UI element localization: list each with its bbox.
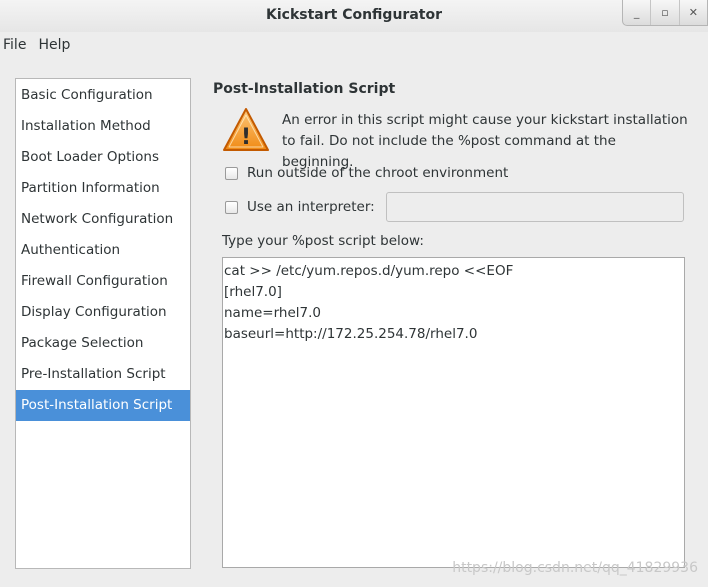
minimize-button[interactable]: _: [623, 0, 650, 25]
post-script-textarea[interactable]: cat >> /etc/yum.repos.d/yum.repo <<EOF […: [222, 257, 685, 568]
menu-file[interactable]: File: [1, 36, 32, 56]
close-button[interactable]: ✕: [678, 0, 707, 25]
sidebar-item-display-configuration[interactable]: Display Configuration: [16, 297, 190, 328]
menu-help[interactable]: Help: [36, 36, 76, 56]
interpreter-checkbox[interactable]: [225, 200, 238, 214]
sidebar-item-package-selection[interactable]: Package Selection: [16, 328, 190, 359]
interpreter-checkbox-label[interactable]: Use an interpreter:: [247, 199, 375, 215]
sidebar-item-basic-configuration[interactable]: Basic Configuration: [16, 80, 190, 111]
section-title: Post-Installation Script: [213, 81, 396, 97]
watermark: https://blog.csdn.net/qq_41829936: [452, 560, 698, 576]
window-controls: _ ▫ ✕: [622, 0, 708, 26]
menu-bar: File Help: [0, 36, 80, 56]
sidebar-item-post-installation-script[interactable]: Post-Installation Script: [16, 390, 190, 421]
warning-message: An error in this script might cause your…: [282, 112, 688, 170]
sidebar-item-partition-information[interactable]: Partition Information: [16, 173, 190, 204]
sidebar: Basic Configuration Installation Method Bo…: [15, 78, 191, 569]
sidebar-item-pre-installation-script[interactable]: Pre-Installation Script: [16, 359, 190, 390]
interpreter-option[interactable]: Use an interpreter:: [225, 199, 375, 215]
chroot-option[interactable]: Run outside of the chroot environment: [225, 165, 508, 181]
interpreter-input[interactable]: [386, 192, 684, 222]
maximize-button[interactable]: ▫: [650, 0, 678, 25]
sidebar-item-network-configuration[interactable]: Network Configuration: [16, 204, 190, 235]
sidebar-item-firewall-configuration[interactable]: Firewall Configuration: [16, 266, 190, 297]
chroot-checkbox[interactable]: [225, 166, 238, 180]
sidebar-item-installation-method[interactable]: Installation Method: [16, 111, 190, 142]
chroot-checkbox-label[interactable]: Run outside of the chroot environment: [247, 165, 508, 181]
warning-icon: !: [223, 108, 269, 151]
window-title: Kickstart Configurator: [266, 7, 442, 23]
script-label: Type your %post script below:: [222, 233, 424, 249]
svg-text:!: !: [241, 125, 251, 150]
title-bar: Kickstart Configurator _ ▫ ✕: [0, 0, 708, 32]
sidebar-item-boot-loader-options[interactable]: Boot Loader Options: [16, 142, 190, 173]
sidebar-item-authentication[interactable]: Authentication: [16, 235, 190, 266]
